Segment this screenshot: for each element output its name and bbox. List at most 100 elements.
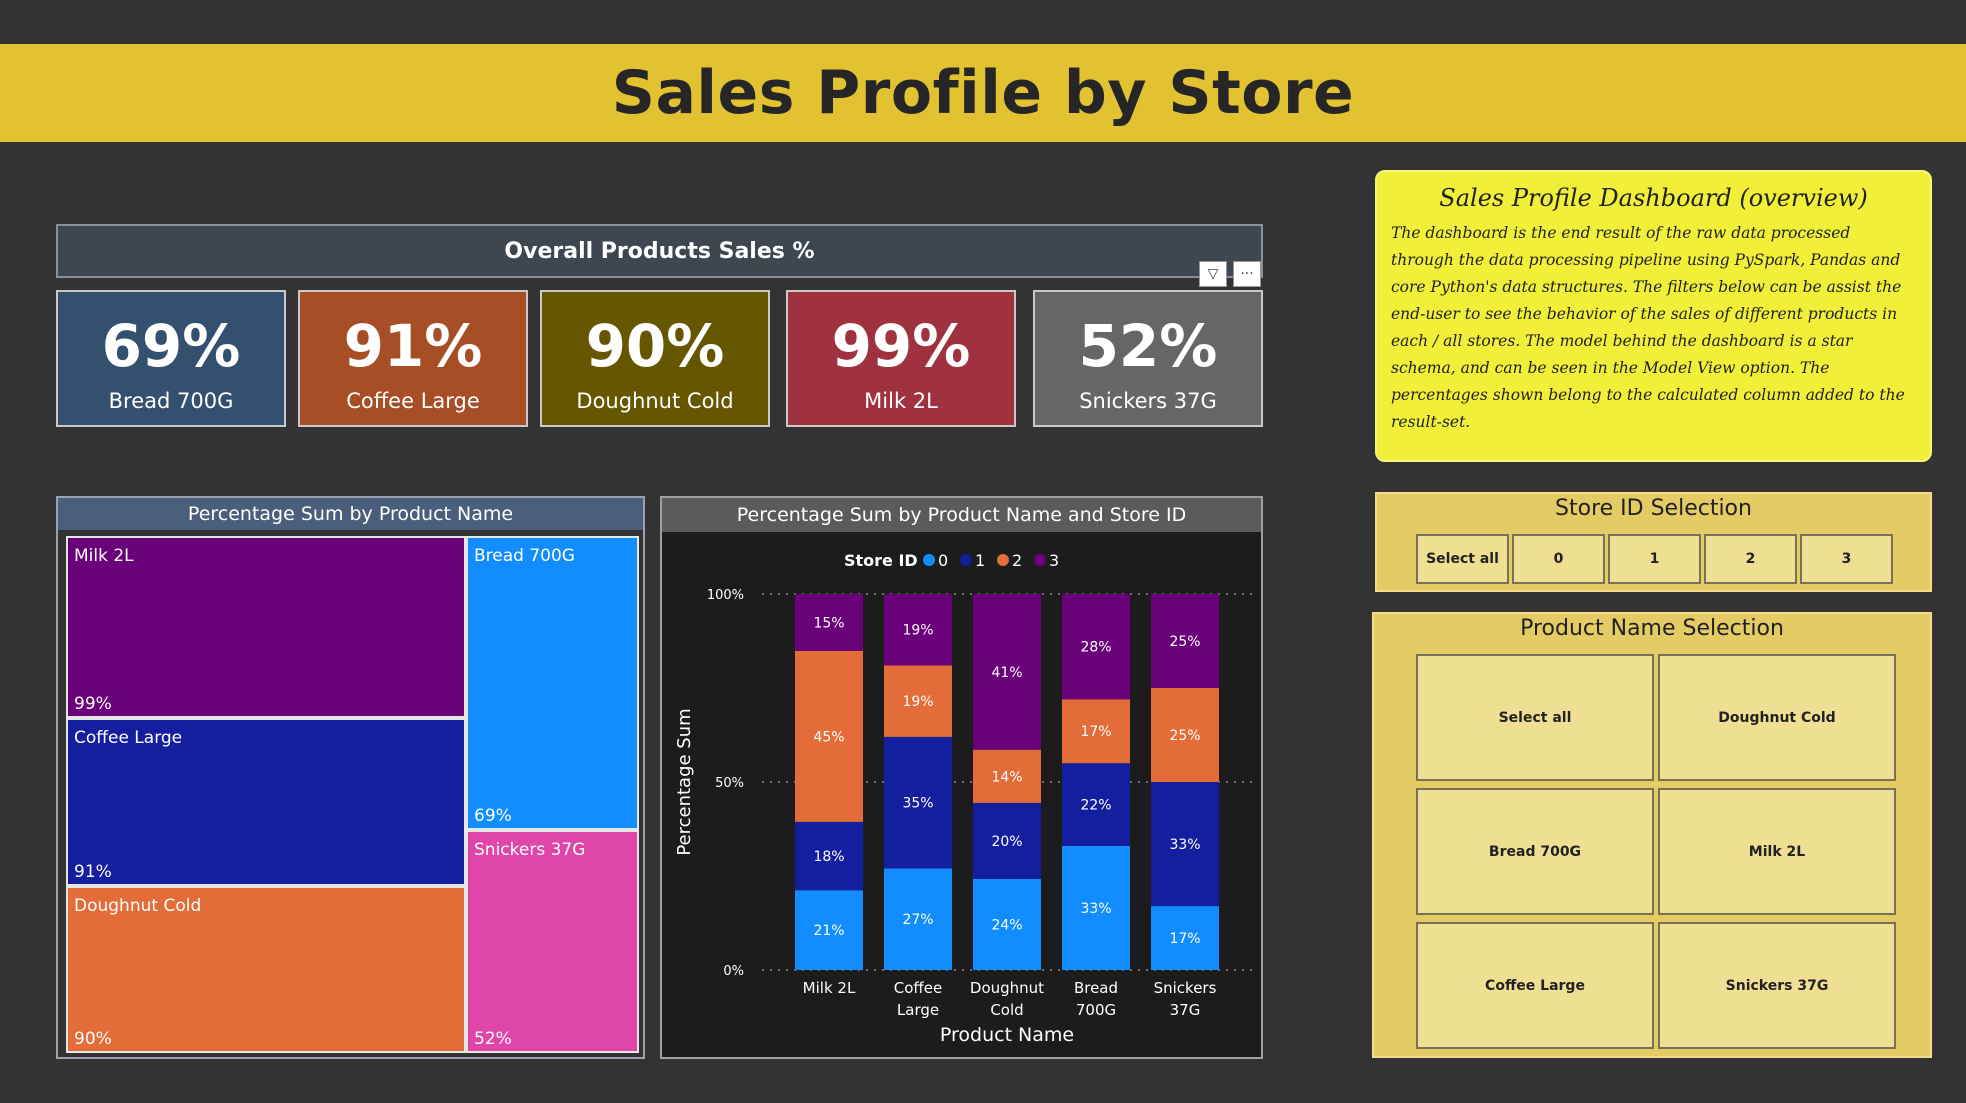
data-label: 15% — [813, 615, 844, 631]
legend-label-3: 3 — [1049, 551, 1059, 570]
treemap-cell-bread[interactable]: Bread 700G 69% — [466, 536, 639, 830]
y-tick-label: 100% — [707, 588, 744, 603]
data-label: 19% — [902, 694, 933, 710]
kpi-label: Snickers 37G — [1079, 388, 1217, 413]
data-label: 45% — [813, 729, 844, 745]
store-option-select-all[interactable]: Select all — [1416, 534, 1509, 584]
x-tick-label: 700G — [1076, 1001, 1116, 1019]
legend-title: Store ID — [844, 551, 918, 570]
kpi-section-header: Overall Products Sales % — [56, 224, 1263, 278]
data-label: 33% — [1169, 837, 1200, 853]
treemap-cell-coffee[interactable]: Coffee Large 91% — [66, 718, 466, 886]
page-title: Sales Profile by Store — [611, 58, 1355, 128]
data-label: 41% — [991, 665, 1022, 681]
treemap-cell-milk[interactable]: Milk 2L 99% — [66, 536, 466, 718]
product-option-snickers-37g[interactable]: Snickers 37G — [1658, 922, 1896, 1049]
kpi-card-doughnut: 90% Doughnut Cold — [540, 290, 770, 427]
y-tick-label: 50% — [715, 776, 744, 791]
info-box: Sales Profile Dashboard (overview) The d… — [1375, 170, 1932, 462]
data-label: 19% — [902, 623, 933, 639]
data-label: 35% — [902, 796, 933, 812]
kpi-card-milk: 99% Milk 2L — [786, 290, 1016, 427]
kpi-label: Milk 2L — [864, 388, 938, 413]
data-label: 18% — [813, 849, 844, 865]
more-options-icon[interactable]: ··· — [1233, 261, 1261, 287]
data-label: 21% — [813, 923, 844, 939]
kpi-value: 52% — [1078, 311, 1218, 380]
product-option-milk-2l[interactable]: Milk 2L — [1658, 788, 1896, 915]
legend-marker-1 — [960, 554, 972, 566]
kpi-card-snickers: 52% Snickers 37G — [1033, 290, 1263, 427]
kpi-value: 99% — [831, 311, 971, 380]
treemap-visual: Percentage Sum by Product Name Milk 2L 9… — [56, 496, 645, 1059]
title-banner: Sales Profile by Store — [0, 44, 1966, 142]
kpi-label: Doughnut Cold — [576, 388, 734, 413]
data-label: 33% — [1080, 901, 1111, 917]
treemap-cell-doughnut[interactable]: Doughnut Cold 90% — [66, 886, 466, 1053]
treemap-cell-value: 99% — [74, 694, 112, 714]
product-option-doughnut-cold[interactable]: Doughnut Cold — [1658, 654, 1896, 781]
x-tick-label: Bread — [1074, 979, 1118, 997]
kpi-card-bread: 69% Bread 700G — [56, 290, 286, 427]
kpi-value: 69% — [101, 311, 241, 380]
product-option-coffee-large[interactable]: Coffee Large — [1416, 922, 1654, 1049]
data-label: 25% — [1169, 634, 1200, 650]
store-option-2[interactable]: 2 — [1704, 534, 1797, 584]
treemap-cell-value: 91% — [74, 862, 112, 882]
legend-marker-0 — [923, 554, 935, 566]
stacked-bar-visual: Percentage Sum by Product Name and Store… — [660, 496, 1263, 1059]
product-option-bread-700g[interactable]: Bread 700G — [1416, 788, 1654, 915]
x-axis-label: Product Name — [940, 1024, 1074, 1046]
store-id-slicer: Store ID Selection Select all 0 1 2 3 — [1375, 492, 1932, 592]
y-tick-label: 0% — [723, 964, 744, 979]
treemap-cell-name: Snickers 37G — [474, 840, 586, 860]
data-label: 20% — [991, 834, 1022, 850]
data-label: 25% — [1169, 728, 1200, 744]
x-tick-label: 37G — [1170, 1001, 1201, 1019]
legend-marker-3 — [1034, 554, 1046, 566]
filter-icon[interactable]: ▽ — [1199, 261, 1227, 287]
legend-label-1: 1 — [975, 551, 985, 570]
x-tick-label: Snickers — [1154, 979, 1217, 997]
product-option-select-all[interactable]: Select all — [1416, 654, 1654, 781]
legend-label-2: 2 — [1012, 551, 1022, 570]
info-title: Sales Profile Dashboard (overview) — [1439, 184, 1868, 212]
kpi-value: 90% — [585, 311, 725, 380]
bar-chart-svg: Store ID 0 1 2 3 100% 50% 0% Percentage Sum 21% 18… — [674, 551, 1252, 1046]
x-tick-label: Coffee — [894, 979, 942, 997]
treemap-title: Percentage Sum by Product Name — [58, 498, 643, 530]
y-axis-label: Percentage Sum — [674, 708, 695, 855]
x-tick-label: Large — [897, 1001, 939, 1019]
product-slicer-title: Product Name Selection — [1520, 616, 1784, 641]
data-label: 17% — [1169, 931, 1200, 947]
product-name-slicer: Product Name Selection Select all Doughn… — [1372, 612, 1932, 1058]
kpi-card-coffee: 91% Coffee Large — [298, 290, 528, 427]
treemap-cell-name: Milk 2L — [74, 546, 134, 566]
treemap-cell-name: Coffee Large — [74, 728, 183, 748]
kpi-label: Bread 700G — [108, 388, 234, 413]
data-label: 28% — [1080, 640, 1111, 656]
kpi-value: 91% — [343, 311, 483, 380]
data-label: 24% — [991, 917, 1022, 933]
x-tick-label: Doughnut — [970, 979, 1044, 997]
treemap-cell-value: 52% — [474, 1029, 512, 1049]
store-option-1[interactable]: 1 — [1608, 534, 1701, 584]
data-label: 17% — [1080, 724, 1111, 740]
data-label: 22% — [1080, 798, 1111, 814]
store-option-0[interactable]: 0 — [1512, 534, 1605, 584]
legend-marker-2 — [997, 554, 1009, 566]
treemap-cell-value: 69% — [474, 806, 512, 826]
x-tick-label: Cold — [990, 1001, 1023, 1019]
treemap-cell-name: Bread 700G — [474, 546, 575, 566]
data-label: 14% — [991, 769, 1022, 785]
bar-chart-title: Percentage Sum by Product Name and Store… — [662, 498, 1261, 532]
treemap-cell-snickers[interactable]: Snickers 37G 52% — [466, 830, 639, 1053]
info-body: The dashboard is the end result of the r… — [1391, 224, 1905, 431]
store-option-3[interactable]: 3 — [1800, 534, 1893, 584]
kpi-label: Coffee Large — [346, 388, 480, 413]
treemap-cell-value: 90% — [74, 1029, 112, 1049]
store-slicer-title: Store ID Selection — [1555, 496, 1752, 521]
x-tick-label: Milk 2L — [803, 979, 856, 997]
data-label: 27% — [902, 912, 933, 928]
treemap-cell-name: Doughnut Cold — [74, 896, 202, 916]
